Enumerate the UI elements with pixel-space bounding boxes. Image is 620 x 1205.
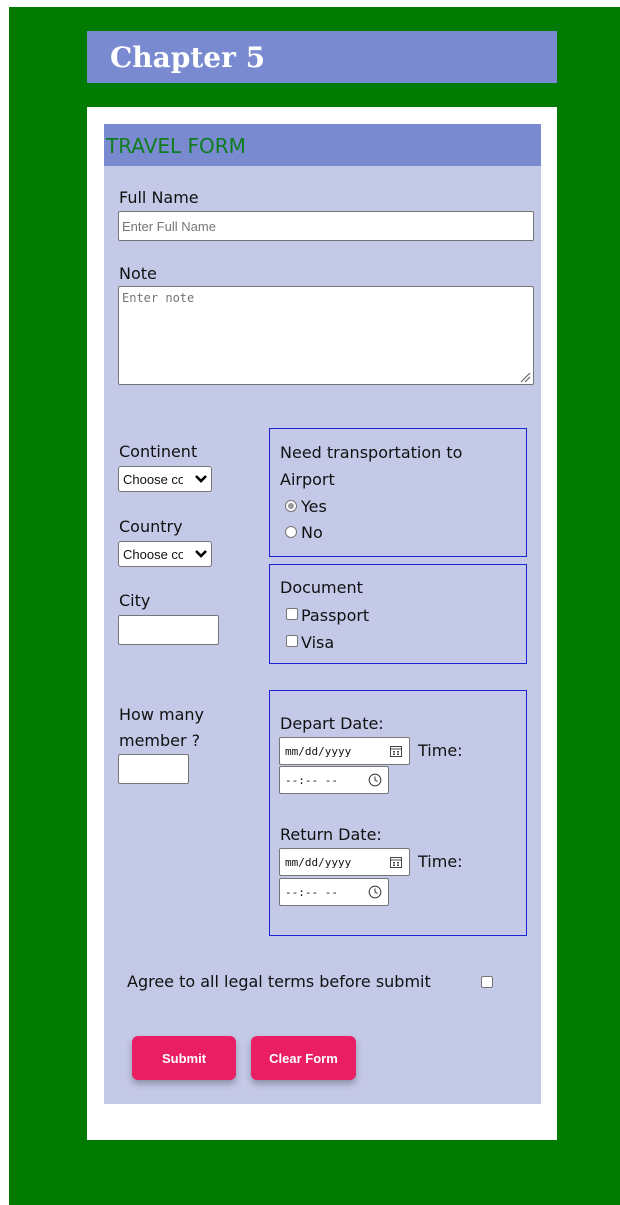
chevron-down-icon [194,545,208,563]
passport-checkbox[interactable] [286,608,298,620]
depart-date-input[interactable]: mm/dd/yyyy [279,737,410,765]
chapter-title: Chapter 5 [110,41,266,74]
resize-handle-icon[interactable] [519,371,531,383]
chapter-banner: Chapter 5 [87,31,557,83]
continent-label: Continent [119,442,198,461]
clear-form-button[interactable]: Clear Form [251,1036,356,1080]
full-name-label: Full Name [119,188,199,207]
depart-time-input[interactable]: --:-- -- [279,766,389,794]
return-time-value: --:-- -- [285,886,338,899]
agree-terms-checkbox[interactable] [481,976,493,988]
calendar-icon[interactable] [389,744,403,758]
transport-label-line2: Airport [280,470,335,489]
full-name-input[interactable] [118,211,534,241]
note-label: Note [119,264,157,283]
visa-label: Visa [301,633,335,652]
return-date-input[interactable]: mm/dd/yyyy [279,848,410,876]
continent-select-value: Choose continent [123,472,183,487]
visa-checkbox[interactable] [286,635,298,647]
return-time-label: Time: [418,852,463,871]
calendar-icon[interactable] [389,855,403,869]
country-select[interactable]: Choose country [118,541,212,567]
clock-icon[interactable] [368,773,382,787]
depart-date-value: mm/dd/yyyy [285,745,352,758]
return-time-input[interactable]: --:-- -- [279,878,389,906]
members-input[interactable] [118,754,189,784]
form-title: TRAVEL FORM [106,134,246,158]
transport-no-radio[interactable] [285,526,297,538]
depart-time-label: Time: [418,741,463,760]
depart-date-label: Depart Date: [280,714,384,733]
return-date-label: Return Date: [280,825,382,844]
city-label: City [119,591,151,610]
agree-terms-label: Agree to all legal terms before submit [127,972,431,991]
transport-label-line1: Need transportation to [280,443,463,462]
return-date-value: mm/dd/yyyy [285,856,352,869]
passport-label: Passport [301,606,370,625]
transport-no-label: No [301,523,323,542]
form-header: TRAVEL FORM [104,124,541,166]
continent-select[interactable]: Choose continent [118,466,212,492]
document-label: Document [280,578,363,597]
note-textarea[interactable] [118,286,534,385]
clock-icon[interactable] [368,885,382,899]
transport-yes-radio[interactable] [285,500,297,512]
members-label-line1: How many [119,705,204,724]
country-select-value: Choose country [123,547,183,562]
members-label-line2: member ? [119,731,201,750]
submit-button[interactable]: Submit [132,1036,236,1080]
depart-time-value: --:-- -- [285,774,338,787]
transport-yes-label: Yes [301,497,327,516]
country-label: Country [119,517,183,536]
city-input[interactable] [118,615,219,645]
chevron-down-icon [194,470,208,488]
